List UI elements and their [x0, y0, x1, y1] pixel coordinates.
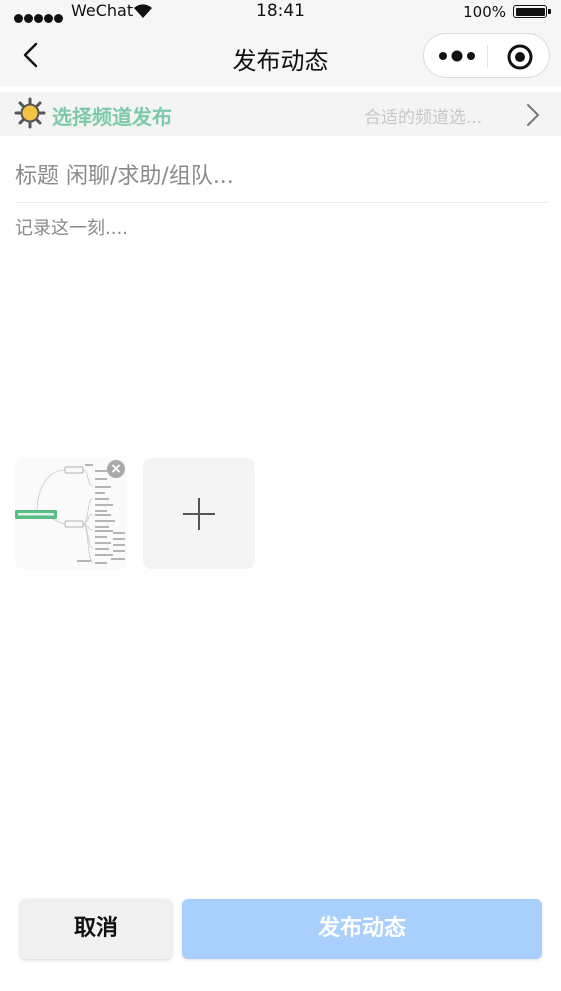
remove-image-button[interactable]: ×	[107, 460, 125, 478]
content-textarea[interactable]	[15, 214, 548, 414]
plus-icon	[183, 498, 215, 530]
navigation-bar: 发布动态	[0, 24, 561, 86]
publish-button[interactable]: 发布动态	[182, 899, 542, 959]
cancel-button[interactable]: 取消	[20, 899, 172, 959]
title-input[interactable]	[15, 150, 548, 203]
channel-label: 选择频道发布	[52, 105, 172, 129]
post-editor-page: WeChat 18:41 100% 发布动态 选择频道发布 合适的频道选... …	[0, 0, 561, 991]
capsule-divider	[487, 45, 488, 68]
add-image-button[interactable]	[143, 458, 255, 569]
sun-icon	[14, 97, 46, 129]
mini-program-capsule	[423, 33, 550, 78]
chevron-right-icon	[527, 104, 539, 126]
more-dots-icon[interactable]	[438, 45, 476, 67]
close-mini-program-icon[interactable]	[506, 43, 534, 71]
uploaded-image-thumbnail[interactable]: ×	[15, 458, 127, 569]
channel-selector[interactable]: 选择频道发布 合适的频道选...	[0, 92, 561, 136]
battery-icon	[513, 5, 551, 18]
channel-placeholder: 合适的频道选...	[364, 108, 483, 128]
battery-percent: 100%	[463, 3, 506, 21]
status-bar: WeChat 18:41 100%	[0, 0, 561, 24]
